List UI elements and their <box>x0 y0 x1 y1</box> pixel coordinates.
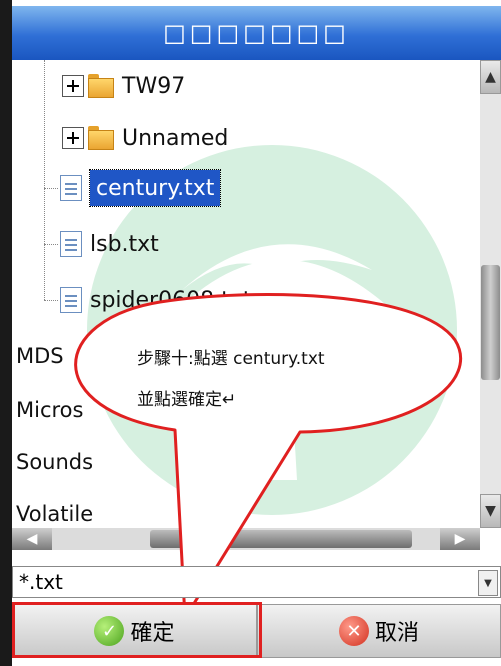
file-icon <box>60 175 82 201</box>
file-type-value: *.txt <box>19 570 63 594</box>
tree-item-folder[interactable]: Unnamed <box>62 118 228 158</box>
vertical-scrollbar[interactable]: ▲ ▼ <box>480 60 501 528</box>
file-tree[interactable]: TW97 Unnamed century.txt lsb.txt spider0… <box>12 60 480 528</box>
list-item[interactable]: Sounds <box>16 450 93 474</box>
list-item[interactable]: Micros <box>16 398 83 422</box>
list-item[interactable]: MDS <box>16 344 64 368</box>
tree-item-file[interactable]: century.txt <box>60 168 222 208</box>
callout-line-2: 並點選確定↵ <box>137 390 237 410</box>
tree-item-file[interactable]: lsb.txt <box>60 224 159 264</box>
folder-icon <box>88 126 114 150</box>
horizontal-scrollbar[interactable]: ◀ ▶ <box>12 528 480 550</box>
chevron-up-icon[interactable]: ▲ <box>480 60 501 94</box>
tree-item-folder[interactable]: TW97 <box>62 66 185 106</box>
tree-line <box>44 60 45 300</box>
ok-button-highlight <box>12 602 262 658</box>
cancel-button[interactable]: ✕ 取消 <box>257 604 501 658</box>
window-border <box>0 0 12 666</box>
chevron-down-icon[interactable]: ▼ <box>478 570 498 596</box>
tree-item-label: spider0608.txt <box>90 287 252 313</box>
tree-item-file[interactable]: spider0608.txt <box>60 280 251 320</box>
chevron-right-icon[interactable]: ▶ <box>440 528 480 550</box>
tree-item-label: lsb.txt <box>90 231 159 257</box>
tree-item-label: Unnamed <box>122 125 229 151</box>
tree-line <box>44 244 58 245</box>
cancel-label: 取消 <box>374 621 419 646</box>
list-item[interactable]: Volatile <box>16 502 93 526</box>
chevron-down-icon[interactable]: ▼ <box>480 494 501 528</box>
tree-item-label-selected: century.txt <box>88 169 222 207</box>
chevron-left-icon[interactable]: ◀ <box>12 528 52 550</box>
tree-line <box>44 300 58 301</box>
file-type-select[interactable]: *.txt ▼ <box>12 566 501 598</box>
folder-icon <box>88 74 114 98</box>
expand-icon[interactable] <box>62 75 84 97</box>
vertical-scroll-thumb[interactable] <box>481 265 500 380</box>
close-icon: ✕ <box>338 616 369 646</box>
expand-icon[interactable] <box>62 127 84 149</box>
callout-line-1: 步驟十:點選 century.txt <box>137 349 325 369</box>
dialog-title: □□□□□□□ <box>12 6 501 60</box>
file-dialog: □□□□□□□ TW97 Unnamed century.txt lsb.txt… <box>0 0 501 666</box>
tree-item-label: TW97 <box>122 73 186 99</box>
file-icon <box>60 287 82 313</box>
scroll-corner <box>480 528 501 550</box>
tree-line <box>44 188 58 189</box>
horizontal-scroll-thumb[interactable] <box>150 530 412 548</box>
file-icon <box>60 231 82 257</box>
